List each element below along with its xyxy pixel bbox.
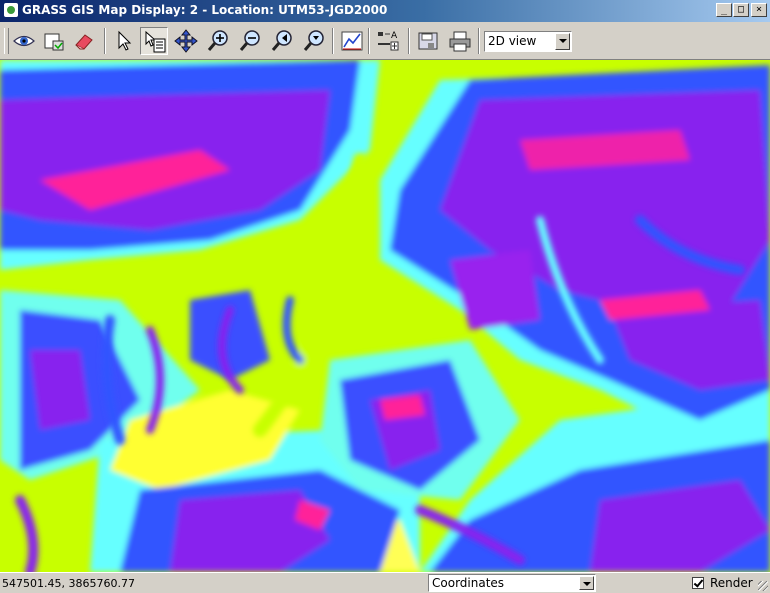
render-checkbox[interactable] <box>692 577 704 589</box>
eye-icon <box>13 35 35 47</box>
close-button[interactable]: × <box>751 3 767 17</box>
window-title: GRASS GIS Map Display: 2 - Location: UTM… <box>22 3 388 17</box>
render-label: Render <box>710 576 753 590</box>
minimize-button[interactable]: _ <box>716 3 732 17</box>
grass-app-icon <box>4 3 18 17</box>
print-button[interactable] <box>446 27 474 55</box>
analyze-button[interactable] <box>338 27 366 55</box>
zoom-in-button[interactable] <box>204 27 232 55</box>
pointer-button[interactable] <box>110 27 138 55</box>
chevron-down-icon[interactable] <box>555 33 570 50</box>
view-mode-select[interactable]: 2D view <box>484 31 572 52</box>
analyze-icon <box>341 31 363 51</box>
zoom-out-icon <box>239 30 260 51</box>
resize-grip[interactable] <box>758 581 768 591</box>
pan-icon <box>174 29 198 53</box>
zoom-out-button[interactable] <box>236 27 264 55</box>
toolbar-grip[interactable] <box>4 28 9 54</box>
query-button[interactable] <box>140 27 168 55</box>
map-canvas[interactable] <box>0 60 770 572</box>
zoom-back-icon <box>271 30 292 51</box>
save-display-button[interactable] <box>414 27 442 55</box>
erase-button[interactable] <box>70 27 98 55</box>
print-icon <box>449 31 471 52</box>
statusbar: 547501.45, 3865760.77 Coordinates Render <box>0 572 770 593</box>
legend-icon: A <box>378 31 399 51</box>
statusbar-mode-select[interactable]: Coordinates <box>428 574 596 592</box>
view-mode-value: 2D view <box>488 34 537 48</box>
zoom-menu-button[interactable] <box>300 27 328 55</box>
zoom-in-icon <box>207 30 228 51</box>
map-toolbar: A 2D view <box>0 22 770 60</box>
toolbar-separator <box>478 28 480 54</box>
display-map-button[interactable] <box>10 27 38 55</box>
maximize-button[interactable]: □ <box>733 3 749 17</box>
statusbar-mode-value: Coordinates <box>432 576 505 590</box>
slope-raster-map <box>0 60 770 572</box>
redraw-button[interactable] <box>40 27 68 55</box>
toolbar-separator <box>368 28 370 54</box>
pointer-icon <box>118 30 132 51</box>
toolbar-separator <box>104 28 106 54</box>
window-titlebar[interactable]: GRASS GIS Map Display: 2 - Location: UTM… <box>0 0 770 22</box>
erase-icon <box>75 34 93 50</box>
chevron-down-icon[interactable] <box>579 576 594 590</box>
toolbar-separator <box>408 28 410 54</box>
overlay-icon <box>44 33 64 51</box>
coordinates-readout: 547501.45, 3865760.77 <box>2 577 135 590</box>
decoration-button[interactable]: A <box>374 27 402 55</box>
save-icon <box>418 32 438 50</box>
toolbar-separator <box>332 28 334 54</box>
svg-text:A: A <box>391 31 398 41</box>
pan-button[interactable] <box>172 27 200 55</box>
zoom-back-button[interactable] <box>268 27 296 55</box>
query-icon <box>145 30 166 53</box>
zoom-menu-icon <box>303 30 324 51</box>
